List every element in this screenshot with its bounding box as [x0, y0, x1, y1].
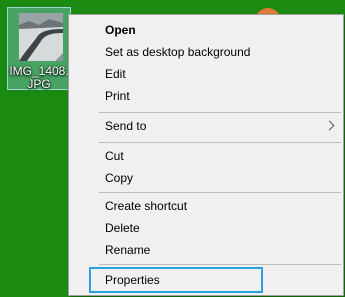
menu-item-label: Delete — [105, 221, 140, 235]
menu-item-label: Set as desktop background — [105, 45, 251, 59]
desktop-file-icon-img-1408[interactable]: IMG_1408.JPG — [7, 7, 71, 91]
menu-separator — [99, 142, 341, 143]
menu-separator — [99, 192, 341, 193]
menu-item-set-as-desktop-background[interactable]: Set as desktop background — [71, 42, 341, 62]
context-menu: Open Set as desktop background Edit Prin… — [68, 14, 344, 296]
menu-item-label: Copy — [105, 171, 134, 185]
menu-item-label: Edit — [105, 67, 126, 81]
menu-item-cut[interactable]: Cut — [71, 146, 341, 166]
file-name-label: IMG_1408.JPG — [9, 64, 69, 91]
menu-item-open[interactable]: Open — [71, 20, 341, 40]
menu-item-copy[interactable]: Copy — [71, 168, 341, 188]
properties-highlight-box — [89, 267, 263, 293]
menu-item-edit[interactable]: Edit — [71, 64, 341, 84]
menu-separator — [99, 112, 341, 113]
menu-item-delete[interactable]: Delete — [71, 218, 341, 238]
menu-item-print[interactable]: Print — [71, 86, 341, 106]
menu-item-label: Send to — [105, 119, 147, 133]
menu-item-label: Rename — [105, 243, 151, 257]
menu-item-label: Create shortcut — [105, 199, 188, 213]
menu-item-send-to[interactable]: Send to — [71, 116, 341, 136]
menu-item-label: Print — [105, 89, 130, 103]
menu-item-label: Open — [105, 23, 136, 37]
menu-item-label: Cut — [105, 149, 124, 163]
menu-item-create-shortcut[interactable]: Create shortcut — [71, 196, 341, 216]
image-thumbnail-icon — [19, 13, 63, 61]
menu-item-rename[interactable]: Rename — [71, 240, 341, 260]
chevron-right-icon — [324, 120, 335, 131]
menu-separator — [99, 264, 341, 265]
